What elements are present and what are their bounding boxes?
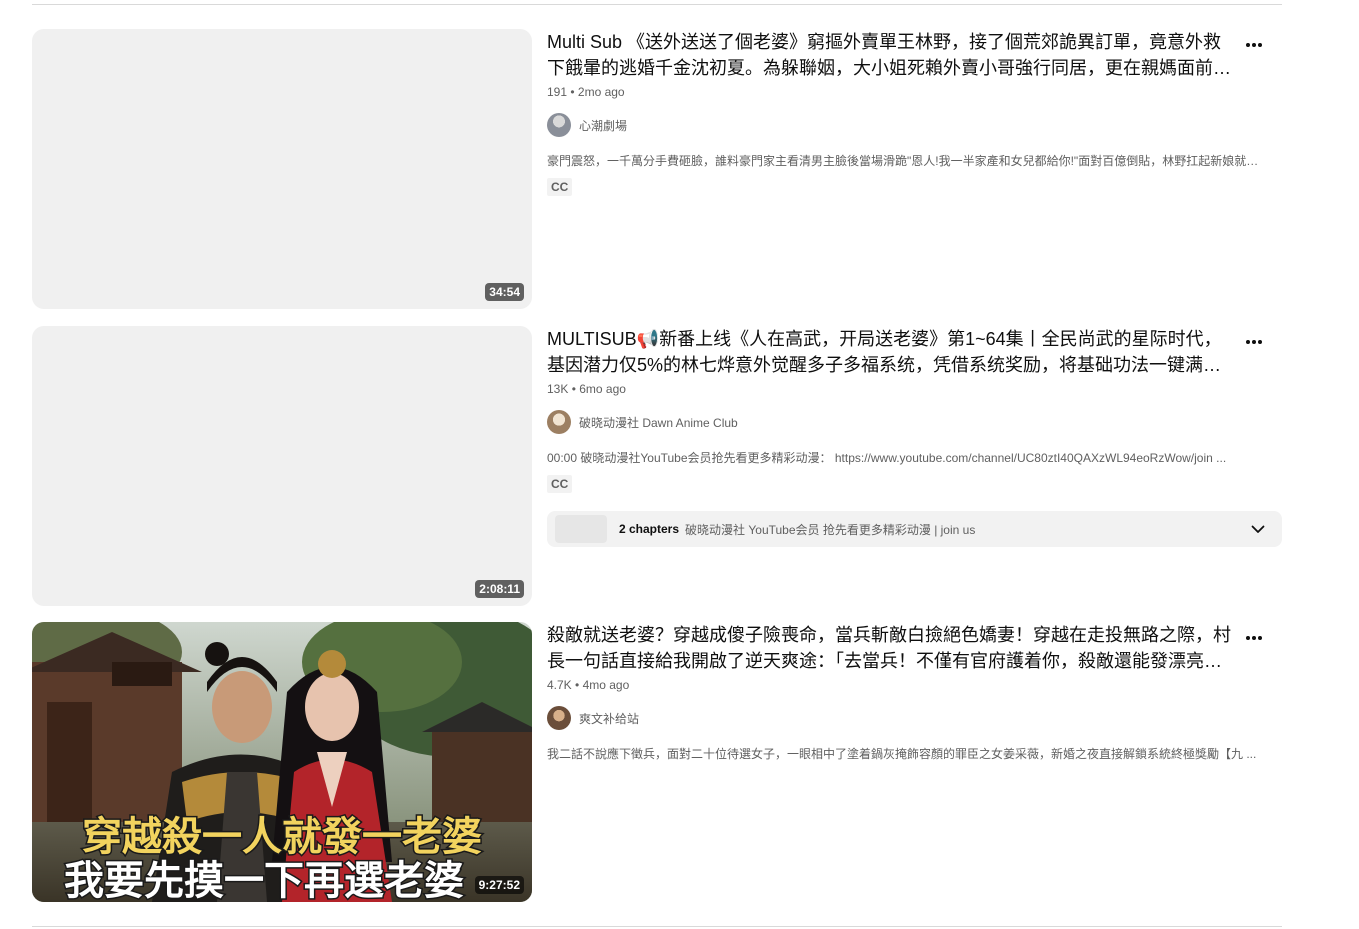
chapters-count: 2 chapters [619, 522, 680, 536]
duration-badge: 9:27:52 [474, 876, 524, 894]
channel-name[interactable]: 心潮劇場 [579, 117, 627, 134]
thumbnail-illustration: 穿越殺一人就發一老婆 我要先摸一下再選老婆 [32, 622, 532, 902]
chevron-down-icon[interactable] [1250, 521, 1266, 537]
view-count: 4.7K [547, 678, 572, 692]
duration-badge: 34:54 [485, 283, 524, 301]
thumbnail-caption-line1: 穿越殺一人就發一老婆 [82, 814, 482, 860]
channel-row[interactable]: 爽文补给站 [547, 706, 1237, 730]
video-result[interactable]: 34:54 Multi Sub 《送外送送了個老婆》窮摳外賣單王林野，接了個荒郊… [32, 29, 1282, 309]
upload-age: 6mo ago [579, 382, 626, 396]
video-meta: 13K • 6mo ago [547, 382, 626, 396]
channel-name[interactable]: 破晓动漫社 Dawn Anime Club [579, 414, 738, 431]
upload-age: 4mo ago [582, 678, 630, 692]
view-count: 13K [547, 382, 569, 396]
video-title[interactable]: 殺敵就送老婆？穿越成傻子險喪命，當兵斬敵白撿絕色嬌妻！穿越在走投無路之際，村長一… [547, 622, 1237, 674]
chapters-bar[interactable]: 2 chapters 破晓动漫社 YouTube会员 抢先看更多精彩动漫 | j… [547, 511, 1282, 547]
channel-row[interactable]: 破晓动漫社 Dawn Anime Club [547, 410, 1237, 434]
video-meta: 191 • 2mo ago [547, 85, 625, 99]
video-title[interactable]: MULTISUB📢新番上线《人在高武，开局送老婆》第1~64集丨全民尚武的星际时… [547, 326, 1237, 378]
top-divider [32, 4, 1282, 5]
cc-badge: CC [547, 475, 573, 493]
video-description: 00:00 破晓动漫社YouTube会员抢先看更多精彩动漫： https://w… [547, 451, 1227, 465]
cc-badge: CC [547, 178, 573, 196]
video-title[interactable]: Multi Sub 《送外送送了個老婆》窮摳外賣單王林野，接了個荒郊詭異訂單，竟… [547, 29, 1237, 81]
channel-name[interactable]: 爽文补给站 [579, 710, 639, 727]
upload-age: 2mo ago [577, 85, 625, 99]
video-info: 殺敵就送老婆？穿越成傻子險喪命，當兵斬敵白撿絕色嬌妻！穿越在走投無路之際，村長一… [547, 622, 1256, 763]
channel-avatar[interactable] [547, 410, 571, 434]
more-options-icon[interactable] [1242, 33, 1266, 57]
duration-badge: 2:08:11 [475, 580, 524, 598]
channel-avatar[interactable] [547, 706, 571, 730]
thumbnail-caption-line2: 我要先摸一下再選老婆 [64, 858, 464, 902]
video-info: MULTISUB📢新番上线《人在高武，开局送老婆》第1~64集丨全民尚武的星际时… [547, 326, 1237, 493]
video-meta: 4.7K • 4mo ago [547, 678, 630, 692]
video-result[interactable]: 穿越殺一人就發一老婆 我要先摸一下再選老婆 9:27:52 殺敵就送老婆？穿越成… [32, 622, 1282, 902]
more-options-icon[interactable] [1242, 330, 1266, 354]
video-description: 豪門震怒，一千萬分手費砸臉，誰料豪門家主看清男主臉後當場滑跪"恩人!我一半家產和… [547, 154, 1259, 168]
chapter-thumbnail [555, 515, 607, 543]
view-count: 191 [547, 85, 568, 99]
channel-avatar[interactable] [547, 113, 571, 137]
video-thumbnail[interactable]: 穿越殺一人就發一老婆 我要先摸一下再選老婆 9:27:52 [32, 622, 532, 902]
video-thumbnail[interactable]: 34:54 [32, 29, 532, 309]
video-thumbnail[interactable]: 2:08:11 [32, 326, 532, 606]
video-result[interactable]: 2:08:11 MULTISUB📢新番上线《人在高武，开局送老婆》第1~64集丨… [32, 326, 1282, 606]
video-info: Multi Sub 《送外送送了個老婆》窮摳外賣單王林野，接了個荒郊詭異訂單，竟… [547, 29, 1259, 196]
chapter-title: 破晓动漫社 YouTube会员 抢先看更多精彩动漫 | join us [685, 522, 976, 537]
video-description: 我二話不說應下徵兵，面對二十位待選女子，一眼相中了塗着鍋灰掩飾容顏的罪臣之女姜采… [547, 747, 1257, 761]
channel-row[interactable]: 心潮劇場 [547, 113, 1237, 137]
more-options-icon[interactable] [1242, 626, 1266, 650]
bottom-divider [32, 926, 1282, 927]
